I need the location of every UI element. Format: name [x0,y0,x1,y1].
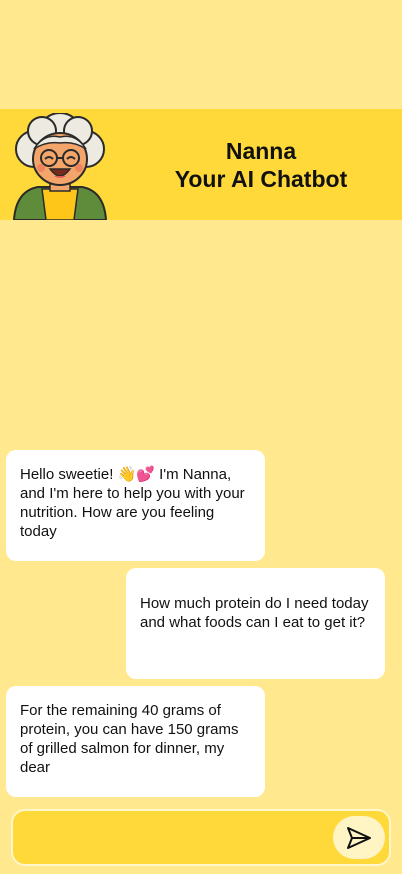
header-title: Nanna Your AI Chatbot [120,137,402,193]
send-icon [347,826,371,849]
message-composer [11,809,391,866]
message-text: For the remaining 40 grams of protein, y… [20,702,239,776]
message-text: How much protein do I need today and wha… [140,595,369,631]
user-message: How much protein do I need today and wha… [126,568,385,679]
grandma-avatar-icon [12,113,108,220]
header-title-subtitle: Your AI Chatbot [174,166,348,192]
message-text: Hello sweetie! 👋💕 I'm Nanna, and I'm her… [20,466,245,540]
chat-screen: Nanna Your AI Chatbot Hello sweetie! 👋💕 … [0,0,402,874]
chat-header: Nanna Your AI Chatbot [0,109,402,220]
send-button[interactable] [333,816,385,859]
header-title-name: Nanna [225,138,297,164]
bot-message: Hello sweetie! 👋💕 I'm Nanna, and I'm her… [6,450,265,561]
message-input[interactable] [23,819,333,856]
bot-message: For the remaining 40 grams of protein, y… [6,686,265,797]
